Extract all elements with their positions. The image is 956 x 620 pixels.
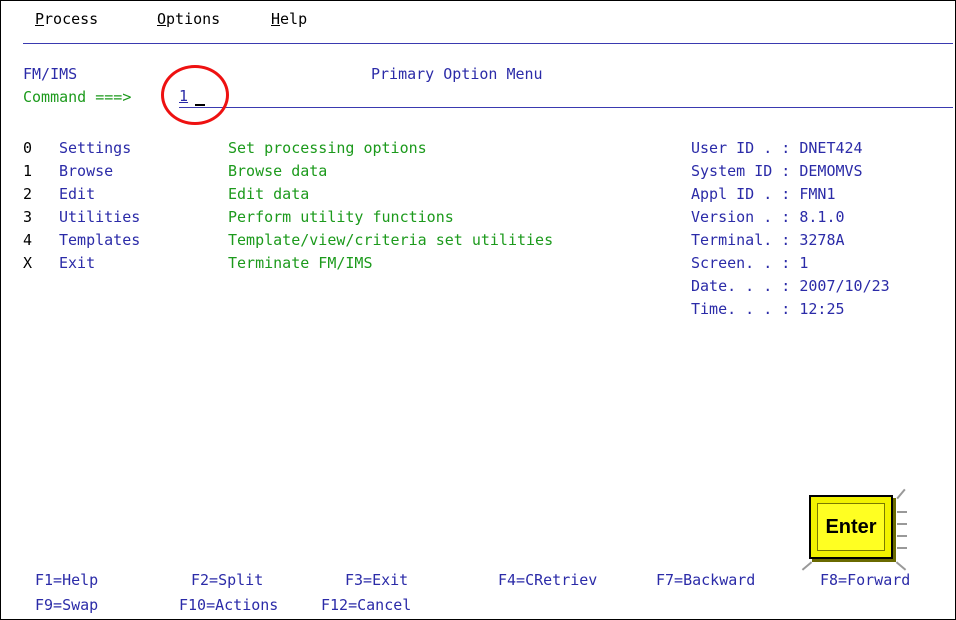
pf-key[interactable]: F1=Help — [35, 570, 98, 590]
info-label: Date. . . : — [691, 277, 791, 295]
menu-process-label: rocess — [44, 10, 99, 28]
info-row: Terminal. : 3278A — [691, 230, 845, 250]
menu-process-mnemonic: P — [35, 10, 45, 28]
enter-key[interactable]: Enter — [809, 495, 893, 559]
option-key: 2 — [23, 185, 33, 203]
ray-icon — [897, 523, 907, 525]
option-key: 3 — [23, 208, 33, 226]
command-label: Command ===> — [23, 88, 132, 106]
app-id: FM/IMS — [23, 65, 78, 83]
info-row: Appl ID . : FMN1 — [691, 184, 836, 204]
menu-help-mnemonic: H — [271, 10, 281, 28]
option-desc: Template/view/criteria set utilities — [228, 231, 554, 249]
command-input[interactable]: 1 — [179, 87, 953, 108]
panel-title: Primary Option Menu — [371, 65, 543, 83]
option-name: Exit — [59, 254, 96, 272]
info-value: 8.1.0 — [799, 208, 845, 226]
option-desc: Set processing options — [228, 139, 427, 157]
info-value: FMN1 — [799, 185, 836, 203]
enter-key-label: Enter — [817, 503, 885, 551]
info-label: Screen. . : — [691, 254, 791, 272]
ray-icon — [897, 511, 907, 513]
info-label: Version . : — [691, 208, 791, 226]
option-name: Browse — [59, 162, 114, 180]
option-key: X — [23, 254, 33, 272]
pf-key[interactable]: F4=CRetriev — [498, 570, 597, 590]
pf-key[interactable]: F8=Forward — [820, 570, 910, 590]
info-value: 2007/10/23 — [799, 277, 890, 295]
info-row: System ID : DEMOMVS — [691, 161, 863, 181]
option-name: Templates — [59, 231, 141, 249]
info-label: Time. . . : — [691, 300, 791, 318]
option-desc: Terminate FM/IMS — [228, 254, 373, 272]
ray-icon — [896, 488, 906, 500]
menu-process[interactable]: Process — [35, 10, 98, 28]
info-label: User ID . : — [691, 139, 791, 157]
info-row: Version . : 8.1.0 — [691, 207, 845, 227]
info-label: Terminal. : — [691, 231, 791, 249]
highlight-circle — [161, 65, 229, 125]
option-key: 1 — [23, 162, 33, 180]
ray-icon — [897, 535, 907, 537]
option-desc: Edit data — [228, 185, 310, 203]
pf-key[interactable]: F3=Exit — [345, 570, 408, 590]
menu-options-label: ptions — [166, 10, 221, 28]
pf-key[interactable]: F2=Split — [191, 570, 263, 590]
info-label: System ID : — [691, 162, 791, 180]
pf-key[interactable]: F9=Swap — [35, 595, 98, 615]
option-desc: Perform utility functions — [228, 208, 454, 226]
info-row: User ID . : DNET424 — [691, 138, 863, 158]
info-label: Appl ID . : — [691, 185, 791, 203]
info-value: 1 — [799, 254, 809, 272]
menu-help[interactable]: Help — [271, 10, 307, 28]
pf-key[interactable]: F12=Cancel — [321, 595, 411, 615]
menu-help-label: elp — [280, 10, 308, 28]
info-value: DEMOMVS — [799, 162, 863, 180]
menu-options[interactable]: Options — [157, 10, 220, 28]
ray-icon — [897, 547, 907, 549]
info-row: Screen. . : 1 — [691, 253, 808, 273]
option-key: 4 — [23, 231, 33, 249]
info-value: 3278A — [799, 231, 845, 249]
ray-icon — [801, 561, 813, 571]
option-name: Settings — [59, 139, 132, 157]
menu-separator — [23, 43, 953, 44]
info-row: Date. . . : 2007/10/23 — [691, 276, 890, 296]
option-desc: Browse data — [228, 162, 328, 180]
pf-key[interactable]: F7=Backward — [656, 570, 755, 590]
enter-key-graphic[interactable]: Enter — [801, 488, 915, 579]
option-key: 0 — [23, 139, 33, 157]
info-value: 12:25 — [799, 300, 845, 318]
info-value: DNET424 — [799, 139, 863, 157]
menu-options-mnemonic: O — [157, 10, 167, 28]
option-name: Utilities — [59, 208, 141, 226]
info-row: Time. . . : 12:25 — [691, 299, 845, 319]
terminal-window: Process Options Help FM/IMS Primary Opti… — [0, 0, 956, 620]
option-name: Edit — [59, 185, 96, 203]
pf-key[interactable]: F10=Actions — [179, 595, 278, 615]
